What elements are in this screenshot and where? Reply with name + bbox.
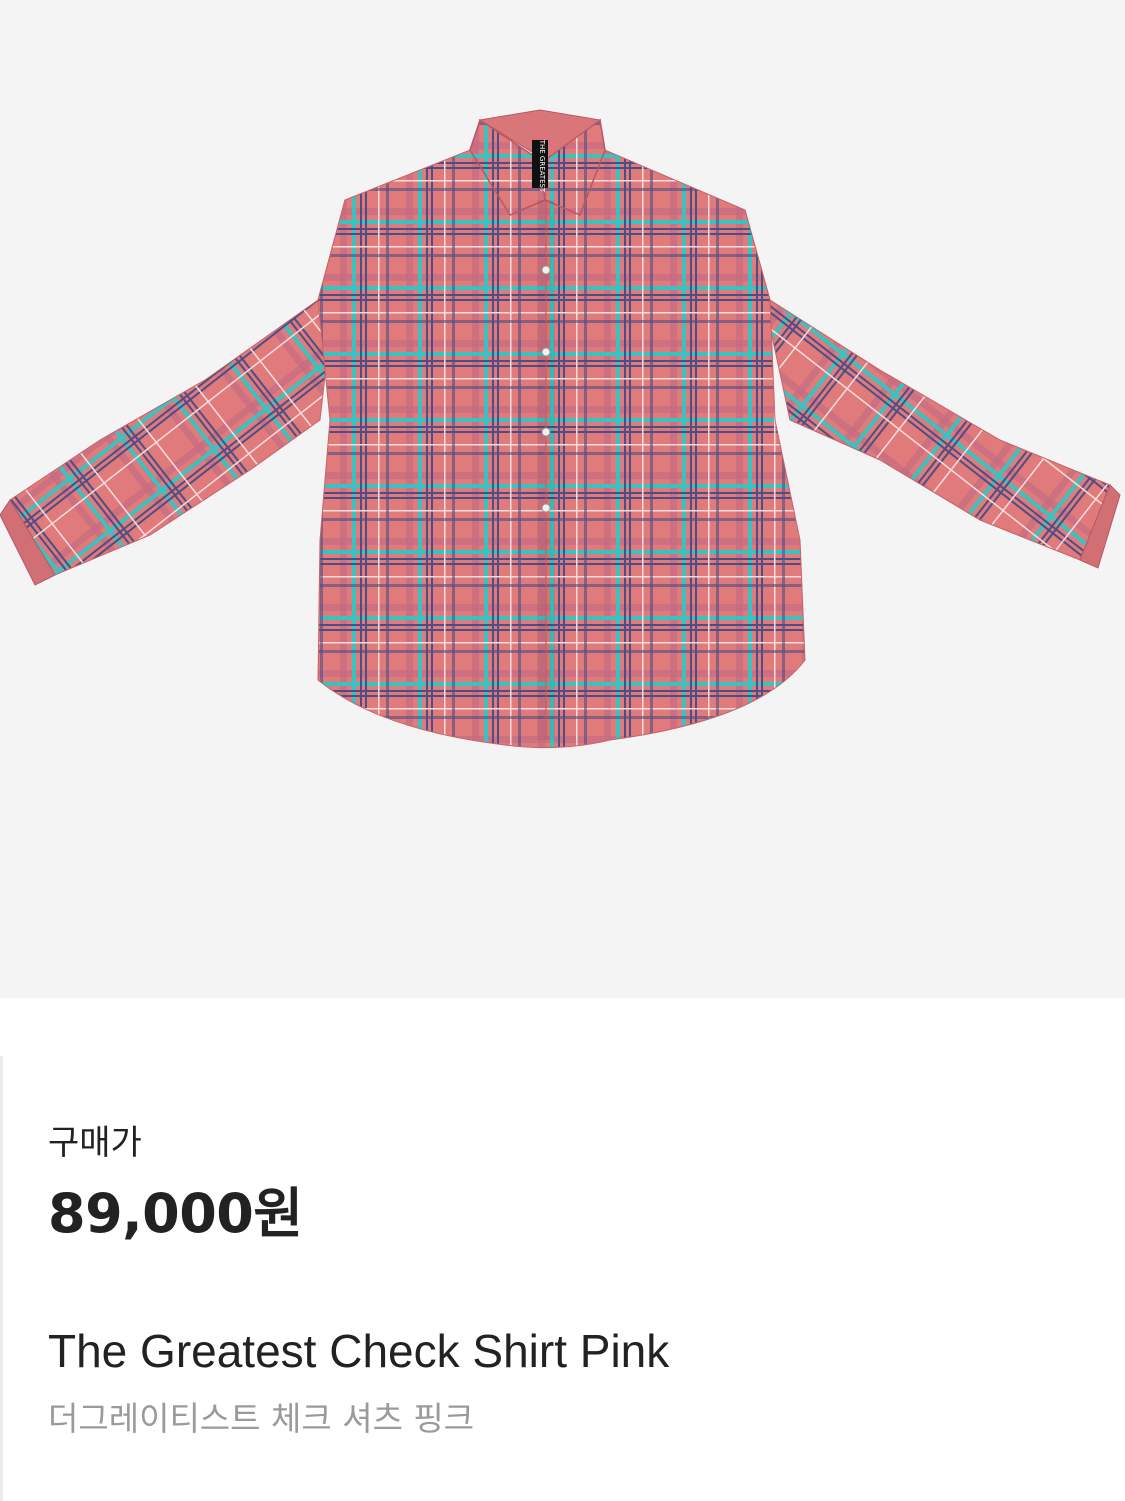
product-image[interactable]: THE GREATEST	[0, 0, 1125, 998]
product-page: THE GREATEST 구매가 89,000원 The Greatest Ch…	[0, 0, 1125, 1501]
product-name-en[interactable]: The Greatest Check Shirt Pink	[48, 1324, 669, 1378]
product-name-ko[interactable]: 더그레이티스트 체크 셔츠 핑크	[48, 1398, 474, 1440]
price-value: 89,000원	[48, 1182, 303, 1245]
price-label: 구매가	[48, 1123, 142, 1163]
product-info: 구매가 89,000원 The Greatest Check Shirt Pin…	[0, 998, 1125, 1501]
divider	[0, 1056, 3, 1501]
svg-text:THE GREATEST: THE GREATEST	[538, 139, 546, 193]
plaid-shirt-icon: THE GREATEST	[0, 109, 1121, 749]
